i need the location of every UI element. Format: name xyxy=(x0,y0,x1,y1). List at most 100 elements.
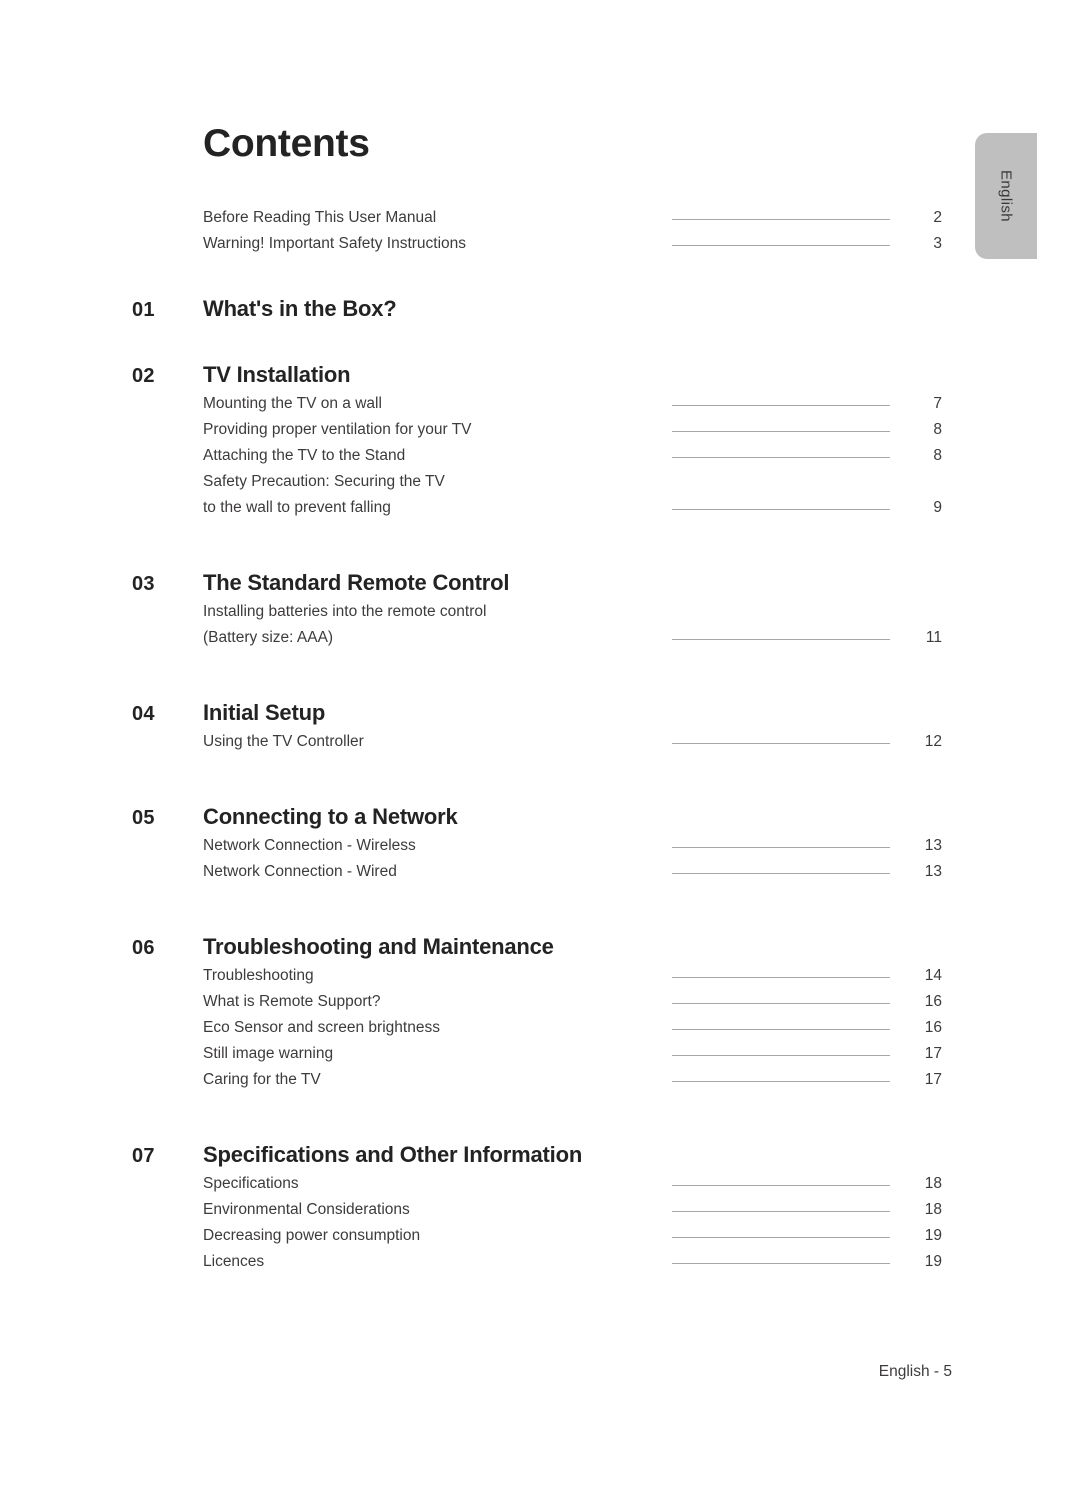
toc-entry[interactable]: Network Connection - Wireless 13 xyxy=(203,833,942,859)
toc-leader-line xyxy=(672,638,890,640)
toc-entry[interactable]: (Battery size: AAA) 11 xyxy=(203,625,942,651)
toc-entry[interactable]: Decreasing power consumption 19 xyxy=(203,1223,942,1249)
toc-leader-line xyxy=(672,976,890,978)
toc-entry-page-number: 2 xyxy=(933,209,942,226)
toc-entry[interactable]: Using the TV Controller 12 xyxy=(203,729,942,755)
section-title: Specifications and Other Information xyxy=(203,1142,583,1167)
toc-entry-page-number: 11 xyxy=(925,629,942,646)
section-title: TV Installation xyxy=(203,362,351,387)
toc-entry-label: Eco Sensor and screen brightness xyxy=(203,1019,440,1036)
section-title: Connecting to a Network xyxy=(203,804,458,829)
toc-entry-page-number: 13 xyxy=(924,837,942,854)
toc-page: English Contents Before Reading This Use… xyxy=(0,0,1080,1494)
toc-entry-page-number: 18 xyxy=(924,1201,942,1218)
toc-leader-line xyxy=(672,872,890,874)
section-entry-list: Using the TV Controller 12 xyxy=(203,729,942,755)
toc-entry-page-number: 18 xyxy=(924,1175,942,1192)
section-title: The Standard Remote Control xyxy=(203,570,510,595)
toc-entry-label: Network Connection - Wireless xyxy=(203,837,416,854)
toc-entry[interactable]: Warning! Important Safety Instructions 3 xyxy=(203,231,942,257)
toc-leader-line xyxy=(672,1262,890,1264)
toc-entry[interactable]: What is Remote Support? 16 xyxy=(203,989,942,1015)
toc-section-03: 03 The Standard Remote Control Installing … xyxy=(132,570,942,651)
toc-content: Before Reading This User Manual 2 Warning!… xyxy=(132,205,942,1275)
toc-leader-line xyxy=(672,613,890,614)
toc-entry[interactable]: Before Reading This User Manual 2 xyxy=(203,205,942,231)
section-heading[interactable]: 05 Connecting to a Network xyxy=(132,804,942,830)
toc-leader-line xyxy=(672,456,890,458)
toc-entry-label: Network Connection - Wired xyxy=(203,863,397,880)
toc-entry-label: Providing proper ventilation for your TV xyxy=(203,421,472,438)
section-number: 01 xyxy=(132,299,155,321)
section-heading[interactable]: 06 Troubleshooting and Maintenance xyxy=(132,934,942,960)
toc-leader-line xyxy=(672,846,890,848)
toc-entry-label: Safety Precaution: Securing the TV xyxy=(203,473,445,490)
toc-entry[interactable]: Specifications 18 xyxy=(203,1171,942,1197)
section-entry-list: Mounting the TV on a wall 7 Providing prop… xyxy=(203,391,942,521)
toc-entry-page-number: 14 xyxy=(924,967,942,984)
toc-section-05: 05 Connecting to a Network Network Connect… xyxy=(132,804,942,885)
toc-entry-page-number: 19 xyxy=(924,1227,942,1244)
toc-entry-label: Using the TV Controller xyxy=(203,733,364,750)
toc-entry-page-number: 8 xyxy=(933,421,942,438)
toc-entry-page-number: 17 xyxy=(924,1071,942,1088)
section-heading[interactable]: 04 Initial Setup xyxy=(132,700,942,726)
toc-entry[interactable]: Providing proper ventilation for your TV… xyxy=(203,417,942,443)
toc-entry[interactable]: Licences 19 xyxy=(203,1249,942,1275)
toc-section-06: 06 Troubleshooting and Maintenance Trouble… xyxy=(132,934,942,1093)
toc-entry-page-number: 16 xyxy=(924,993,942,1010)
section-number: 07 xyxy=(132,1145,155,1167)
toc-entry-label: (Battery size: AAA) xyxy=(203,629,334,646)
toc-entry-label: Caring for the TV xyxy=(203,1071,321,1088)
toc-leader-line xyxy=(672,218,890,220)
section-heading[interactable]: 02 TV Installation xyxy=(132,362,942,388)
toc-entry[interactable]: Eco Sensor and screen brightness 16 xyxy=(203,1015,942,1041)
toc-leader-line xyxy=(672,508,890,510)
section-title: What's in the Box? xyxy=(203,296,397,321)
toc-entry-page-number: 7 xyxy=(933,395,942,412)
toc-entry[interactable]: Caring for the TV 17 xyxy=(203,1067,942,1093)
toc-entry[interactable]: Mounting the TV on a wall 7 xyxy=(203,391,942,417)
section-heading[interactable]: 07 Specifications and Other Information xyxy=(132,1142,942,1168)
section-entry-list: Network Connection - Wireless 13 Network C… xyxy=(203,833,942,885)
section-number: 06 xyxy=(132,937,155,959)
page-footer: English - 5 xyxy=(878,1363,952,1380)
toc-entry-page-number: 12 xyxy=(924,733,942,750)
intro-entry-list: Before Reading This User Manual 2 Warning!… xyxy=(203,205,942,257)
toc-leader-line xyxy=(672,1002,890,1004)
section-entry-list: Specifications 18 Environmental Considerat… xyxy=(203,1171,942,1275)
toc-entry-page-number: 19 xyxy=(924,1253,942,1270)
toc-entry-page-number: 8 xyxy=(933,447,942,464)
section-number: 04 xyxy=(132,703,155,725)
toc-entry-label: Decreasing power consumption xyxy=(203,1227,421,1244)
toc-leader-line xyxy=(672,1184,890,1186)
toc-entry[interactable]: Installing batteries into the remote con… xyxy=(203,599,942,625)
toc-entry[interactable]: Still image warning 17 xyxy=(203,1041,942,1067)
toc-entry-label: to the wall to prevent falling xyxy=(203,499,391,516)
section-number: 03 xyxy=(132,573,155,595)
section-number: 05 xyxy=(132,807,155,829)
section-list: 01 What's in the Box? 02 TV Installation Mou… xyxy=(132,257,942,1275)
section-heading[interactable]: 03 The Standard Remote Control xyxy=(132,570,942,596)
toc-leader-line xyxy=(672,244,890,246)
section-title: Initial Setup xyxy=(203,700,326,725)
toc-entry[interactable]: Environmental Considerations 18 xyxy=(203,1197,942,1223)
toc-entry[interactable]: Network Connection - Wired 13 xyxy=(203,859,942,885)
toc-section-04: 04 Initial Setup Using the TV Controller 12 xyxy=(132,700,942,755)
toc-entry[interactable]: Safety Precaution: Securing the TV xyxy=(203,469,942,495)
toc-entry-label: Attaching the TV to the Stand xyxy=(203,447,406,464)
toc-leader-line xyxy=(672,404,890,406)
toc-entry[interactable]: Attaching the TV to the Stand 8 xyxy=(203,443,942,469)
section-heading[interactable]: 01 What's in the Box? xyxy=(132,296,942,322)
toc-entry[interactable]: Troubleshooting 14 xyxy=(203,963,942,989)
toc-entry[interactable]: to the wall to prevent falling 9 xyxy=(203,495,942,521)
toc-entry-label: Installing batteries into the remote con… xyxy=(203,603,487,620)
toc-section-07: 07 Specifications and Other Information Sp… xyxy=(132,1142,942,1275)
toc-entry-label: What is Remote Support? xyxy=(203,993,381,1010)
